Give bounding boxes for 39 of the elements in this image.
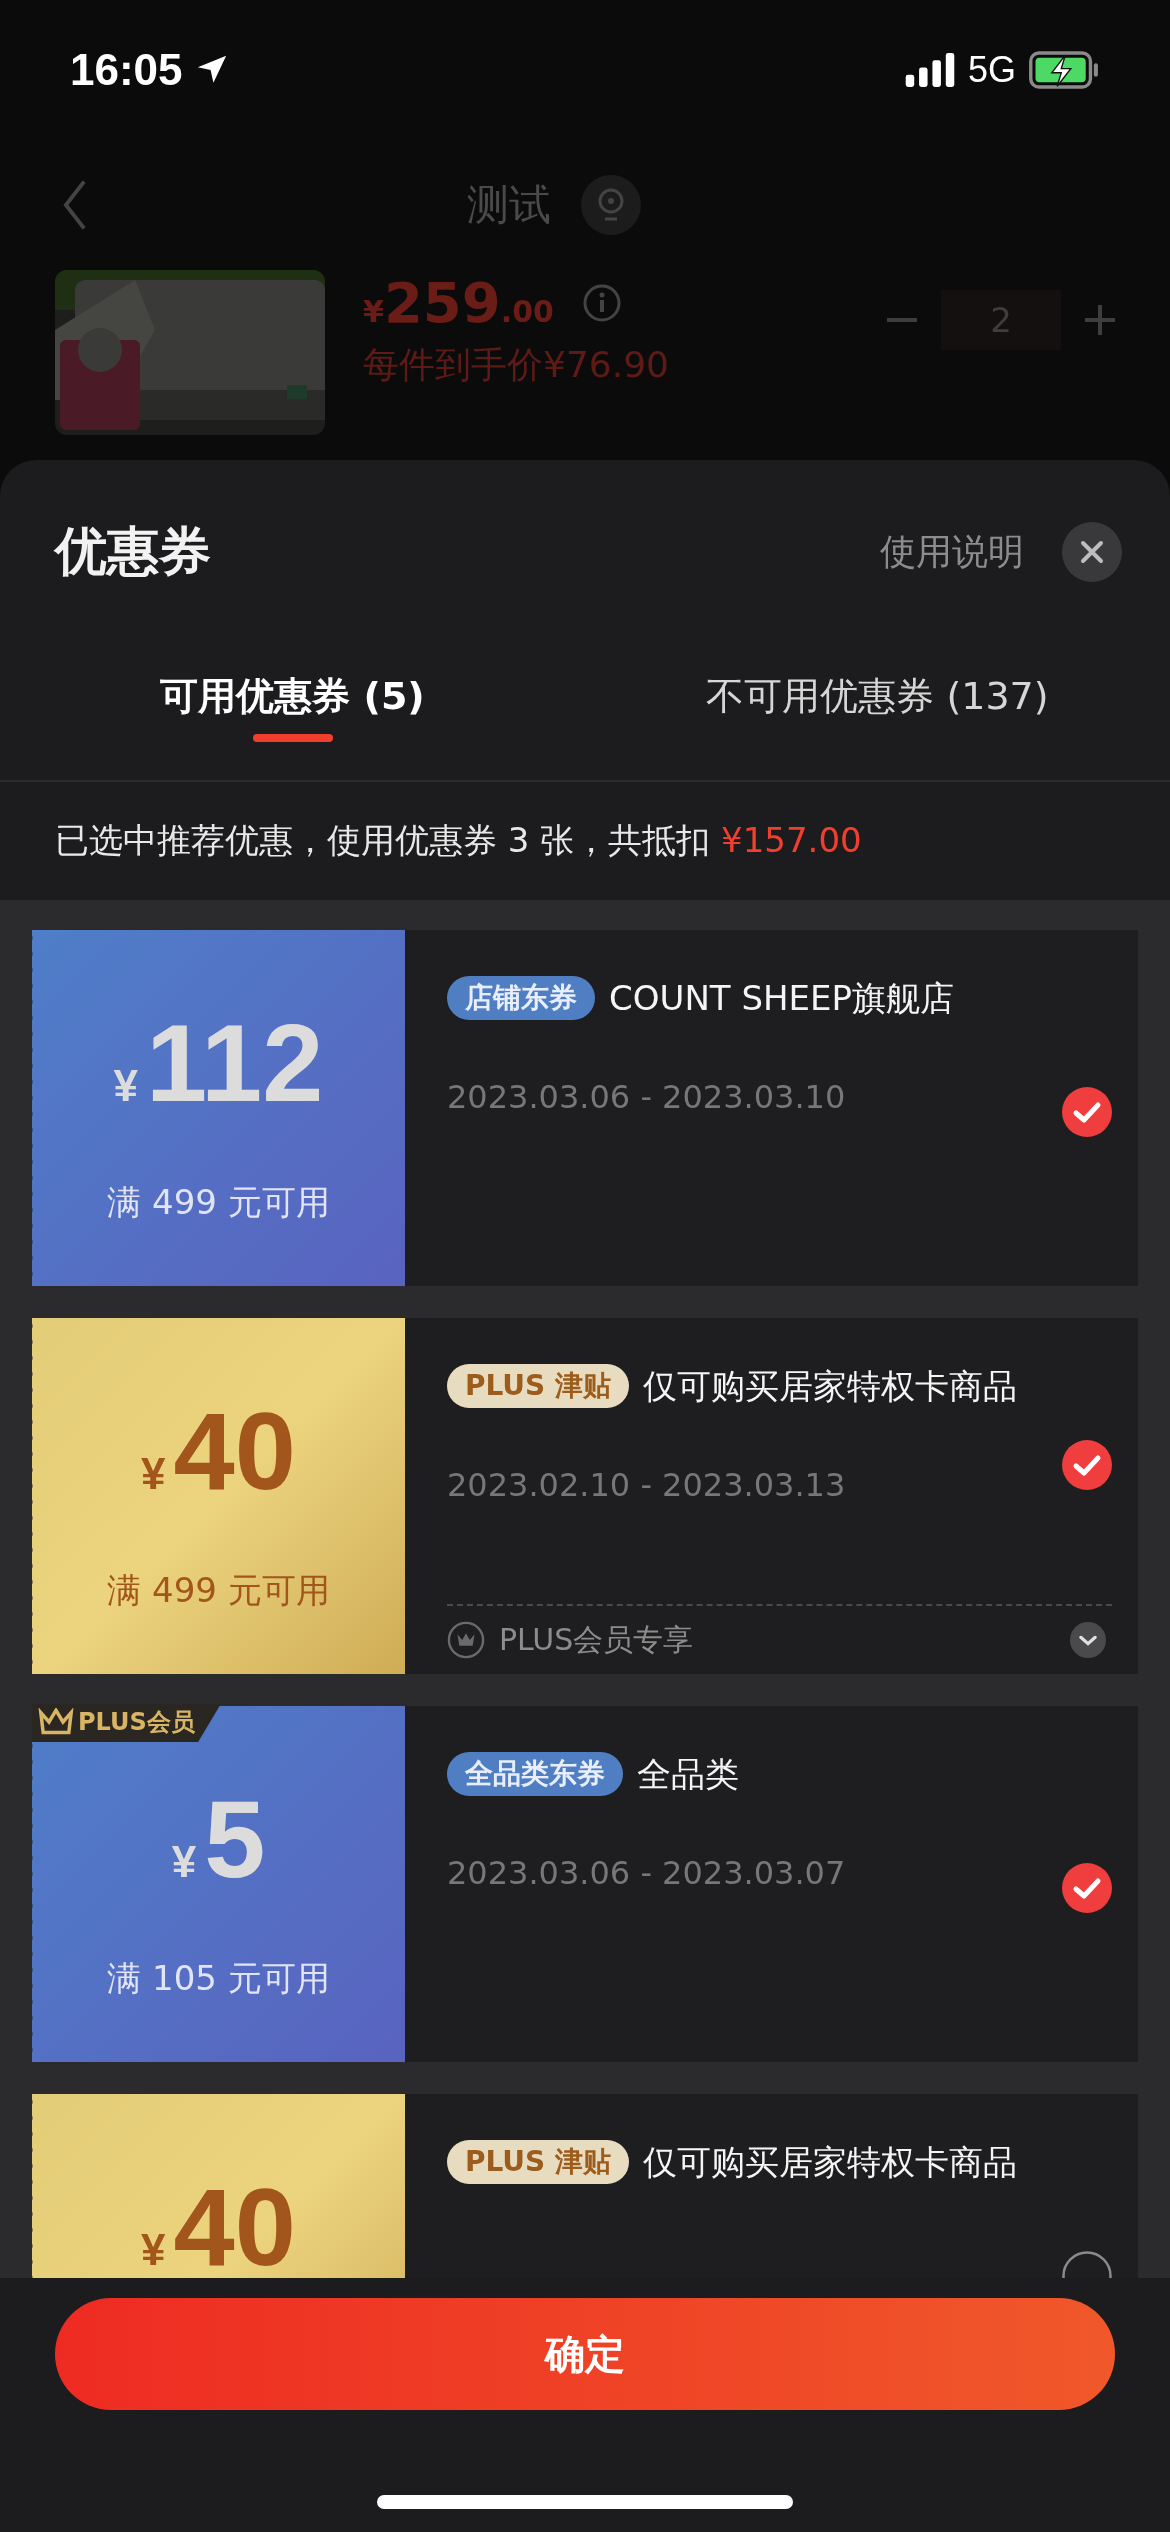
network-label: 5G	[967, 49, 1016, 91]
member-note: PLUS会员专享	[499, 1620, 694, 1659]
coupon-title: 仅可购买居家特权卡商品	[643, 2141, 1018, 2184]
coupon-condition: 满 499 元可用	[107, 1181, 330, 1224]
coupon-title: COUNT SHEEP旗舰店	[609, 977, 955, 1020]
coupon-tag: PLUS 津贴	[447, 1364, 629, 1408]
coupon-tag: 店铺东券	[447, 976, 595, 1020]
crown-icon	[447, 1621, 485, 1659]
unit-price: 每件到手价¥76.90	[363, 343, 669, 387]
page-title: 测试	[467, 179, 551, 231]
coupon-condition: 满 499 元可用	[107, 1569, 330, 1612]
coupon-title: 仅可购买居家特权卡商品	[643, 1365, 1018, 1408]
expand-icon[interactable]	[1070, 1622, 1106, 1658]
coupon-dates: 2023.03.06 - 2023.03.10	[447, 1078, 847, 1116]
sheet-title: 优惠券	[55, 520, 211, 583]
coupon-amount: ¥112	[113, 1008, 324, 1118]
coupon-dates: 2023.03.06 - 2023.03.07	[447, 1854, 847, 1892]
battery-charging-icon	[1028, 51, 1100, 89]
coupon-tag: PLUS 津贴	[447, 2140, 629, 2184]
checkbox[interactable]	[1062, 1440, 1112, 1490]
coupon-condition: 满 105 元可用	[107, 1957, 330, 2000]
coupon-amount: ¥40	[141, 1396, 296, 1506]
checkbox[interactable]	[1062, 1087, 1112, 1137]
coupon-tab[interactable]: 不可用优惠券 (137)	[585, 602, 1170, 780]
coupon-title: 全品类	[637, 1753, 740, 1796]
coupon-amount: ¥5	[171, 1784, 266, 1894]
checkbox[interactable]	[1062, 1863, 1112, 1913]
close-icon[interactable]	[1062, 522, 1122, 582]
plus-member-badge: PLUS会员	[32, 1704, 221, 1742]
signal-icon	[903, 53, 956, 87]
coupon-amount: ¥40	[141, 2172, 296, 2278]
confirm-button[interactable]: 确定	[55, 2298, 1115, 2410]
coupon-dates: 2023.02.10 - 2023.03.13	[447, 1466, 847, 1504]
help-link[interactable]: 使用说明	[880, 527, 1024, 577]
status-time: 16:05	[70, 45, 183, 95]
price: ¥259.00	[363, 270, 554, 335]
coupon-tag: 全品类东券	[447, 1752, 623, 1796]
summary-text: 已选中推荐优惠，使用优惠券 3 张，共抵扣 ¥157.00	[55, 819, 862, 862]
coupon-tab[interactable]: 可用优惠券 (5)	[0, 602, 585, 780]
